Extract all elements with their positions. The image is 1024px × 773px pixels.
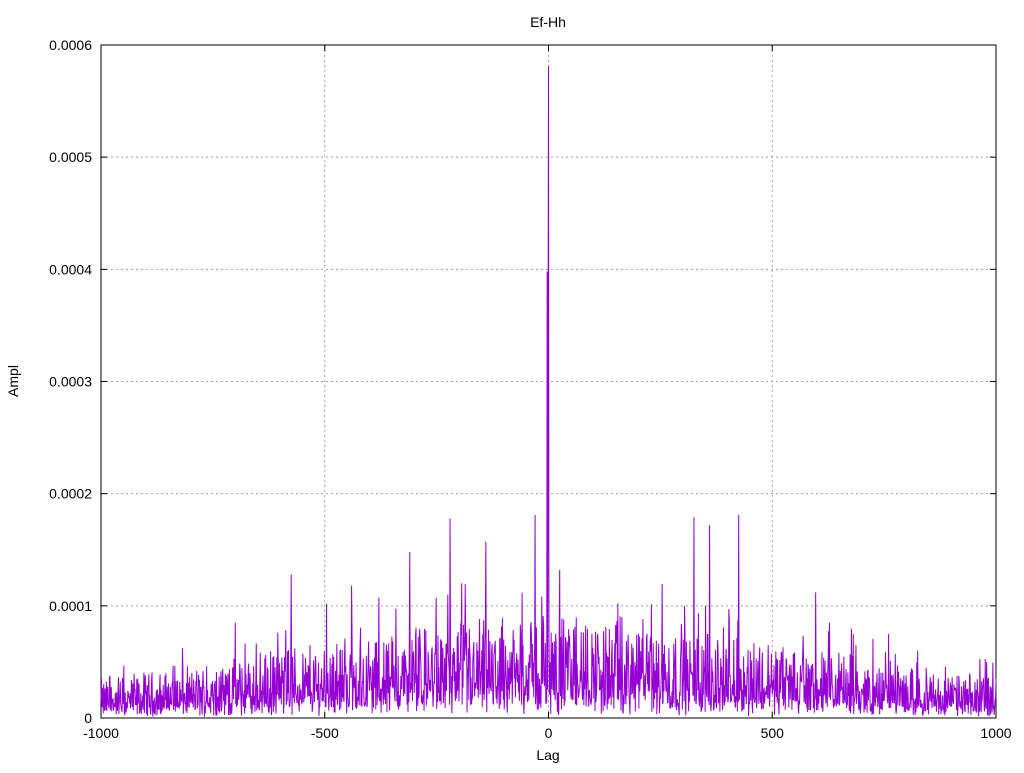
y-tick-label: 0.0002 — [49, 486, 92, 502]
y-tick-label: 0.0001 — [49, 598, 92, 614]
data-line — [100, 66, 997, 717]
y-tick-label: 0.0006 — [49, 37, 92, 53]
chart: -1000 -500 0 500 1000 0 0.0001 0.0002 0.0003 0.00… — [5, 14, 1012, 763]
x-tick-label: -1000 — [83, 725, 119, 741]
chart-title: Ef-Hh — [530, 14, 566, 30]
y-tick-label: 0.0003 — [49, 374, 92, 390]
series-line — [100, 66, 997, 717]
y-tick-label: 0.0004 — [49, 261, 92, 277]
x-tick-label: 1000 — [980, 725, 1011, 741]
x-tick-label: 500 — [761, 725, 785, 741]
y-axis-title: Ampl — [5, 365, 21, 397]
x-axis-title: Lag — [536, 747, 559, 763]
y-tick-label: 0 — [84, 710, 92, 726]
y-tick-label: 0.0005 — [49, 149, 92, 165]
x-tick-label: 0 — [545, 725, 553, 741]
x-tick-label: -500 — [311, 725, 339, 741]
